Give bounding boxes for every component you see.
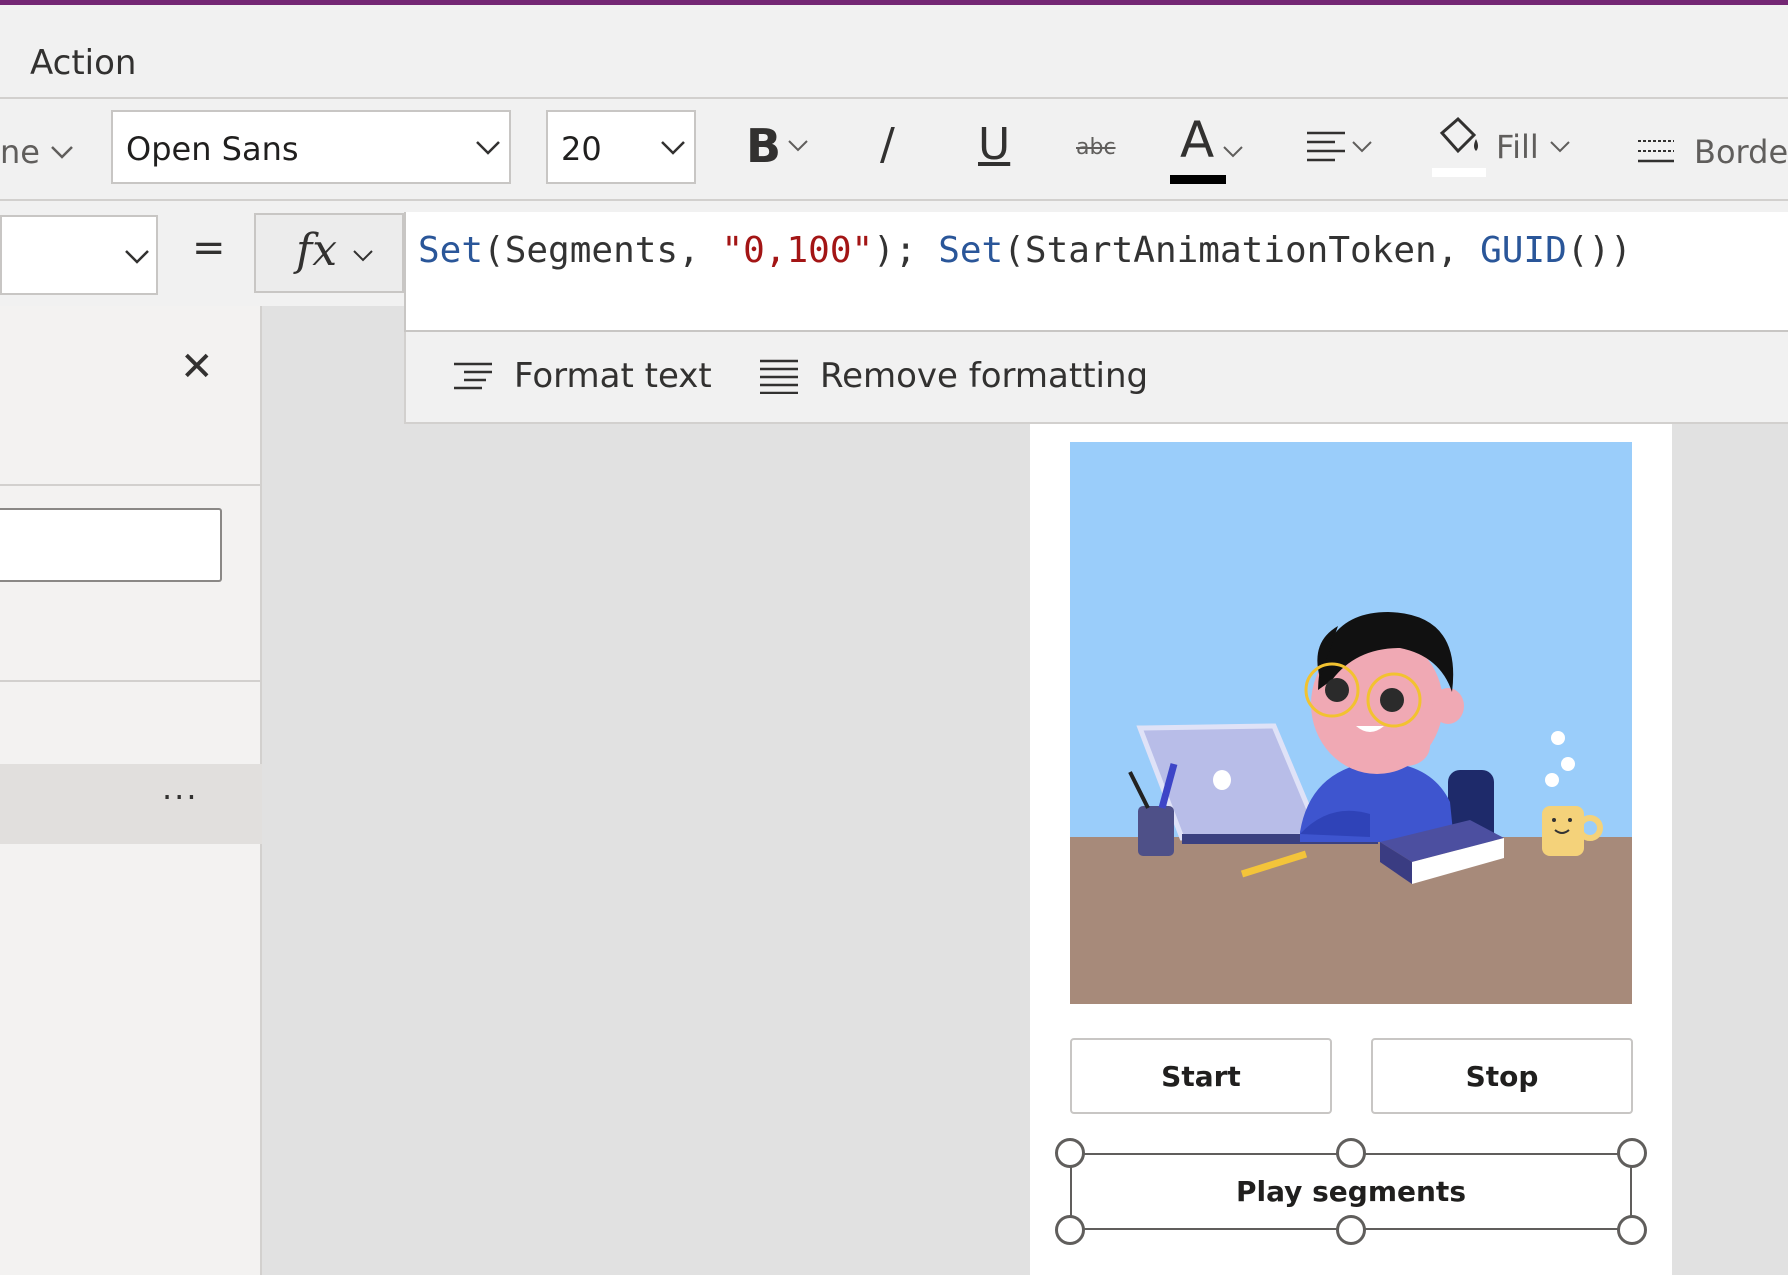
strikethrough-button[interactable]: abc xyxy=(1076,135,1116,160)
chevron-down-icon xyxy=(476,141,500,155)
divider xyxy=(0,680,262,682)
chevron-down-icon xyxy=(1352,141,1372,153)
fill-button[interactable]: Fill xyxy=(1430,115,1571,179)
resize-handle-top-right[interactable] xyxy=(1617,1138,1647,1168)
fill-bucket-icon xyxy=(1430,115,1486,179)
resize-handle-top-left[interactable] xyxy=(1055,1138,1085,1168)
left-panel: ✕ ··· xyxy=(0,306,262,1275)
font-size-dropdown[interactable]: 20 xyxy=(546,110,696,184)
format-text-icon xyxy=(454,362,492,390)
remove-formatting-button[interactable]: Remove formatting xyxy=(758,356,1148,396)
more-options-icon[interactable]: ··· xyxy=(162,778,199,816)
resize-handle-bottom-right[interactable] xyxy=(1617,1215,1647,1245)
align-button[interactable] xyxy=(1305,127,1373,167)
remove-formatting-label: Remove formatting xyxy=(820,356,1149,396)
start-button[interactable]: Start xyxy=(1070,1038,1332,1114)
tab-action[interactable]: Action xyxy=(30,43,136,83)
align-left-icon xyxy=(1307,131,1345,162)
fill-label: Fill xyxy=(1496,128,1539,166)
formula-token-str: "0,100" xyxy=(721,230,874,271)
font-size-value: 20 xyxy=(561,130,602,168)
bold-button[interactable]: B xyxy=(746,119,809,173)
formula-input[interactable]: Set(Segments, "0,100"); Set(StartAnimati… xyxy=(404,212,1788,332)
property-selector[interactable] xyxy=(0,215,158,295)
underline-button[interactable]: U xyxy=(978,119,1010,170)
formula-token-plain: ); xyxy=(873,230,939,271)
equals-sign: = xyxy=(192,225,226,271)
chevron-down-icon xyxy=(1223,146,1243,158)
chevron-down-icon xyxy=(353,250,373,262)
chevron-down-icon xyxy=(51,146,73,159)
formula-token-plain: ()) xyxy=(1566,230,1632,271)
fx-icon: fx xyxy=(296,225,338,276)
format-text-label: Format text xyxy=(514,356,712,396)
chevron-down-icon xyxy=(125,250,149,264)
close-icon[interactable]: ✕ xyxy=(180,344,214,390)
list-item-selected[interactable]: ··· xyxy=(0,764,262,844)
search-input[interactable] xyxy=(0,508,222,582)
formula-token-plain: (Segments, xyxy=(483,230,722,271)
formula-token-fn: GUID xyxy=(1480,230,1567,271)
font-color-swatch xyxy=(1170,175,1226,184)
font-color-button[interactable]: A xyxy=(1170,111,1250,191)
border-button[interactable]: Borde xyxy=(1636,133,1788,171)
remove-formatting-icon xyxy=(760,359,798,394)
formula-token-fn: Set xyxy=(418,230,484,271)
resize-handle-bottom[interactable] xyxy=(1336,1215,1366,1245)
divider xyxy=(0,484,262,486)
border-style-icon xyxy=(1638,140,1674,163)
chevron-down-icon xyxy=(788,140,808,152)
chevron-down-icon xyxy=(1550,141,1570,153)
property-dropdown[interactable]: ne xyxy=(0,133,74,171)
bold-icon: B xyxy=(746,119,782,173)
ribbon-toolbar: ne Open Sans 20 B / U abc A Fill Borde xyxy=(0,99,1788,201)
formula-format-bar: Format text Remove formatting xyxy=(404,332,1788,424)
app-screen: Start Stop Play segments xyxy=(1030,424,1672,1275)
underline-icon: U xyxy=(978,119,1011,170)
function-button[interactable]: fx xyxy=(254,213,404,293)
font-color-icon: A xyxy=(1180,111,1215,169)
animation-image xyxy=(1070,442,1632,1004)
font-family-value: Open Sans xyxy=(126,130,299,168)
resize-handle-bottom-left[interactable] xyxy=(1055,1215,1085,1245)
format-text-button[interactable]: Format text xyxy=(452,356,712,396)
italic-button[interactable]: / xyxy=(880,119,895,170)
menu-bar: Action xyxy=(0,5,1788,99)
chevron-down-icon xyxy=(661,141,685,155)
resize-handle-top[interactable] xyxy=(1336,1138,1366,1168)
formula-token-plain: (StartAnimationToken, xyxy=(1003,230,1481,271)
border-label: Borde xyxy=(1694,133,1788,171)
formula-token-fn: Set xyxy=(938,230,1004,271)
formula-text: Set(Segments, "0,100"); Set(StartAnimati… xyxy=(418,230,1632,271)
italic-icon: / xyxy=(880,119,895,170)
stop-button[interactable]: Stop xyxy=(1371,1038,1633,1114)
font-family-dropdown[interactable]: Open Sans xyxy=(111,110,511,184)
fill-color-swatch xyxy=(1432,168,1486,177)
property-dropdown-label: ne xyxy=(0,133,40,171)
strikethrough-icon: abc xyxy=(1076,135,1116,160)
